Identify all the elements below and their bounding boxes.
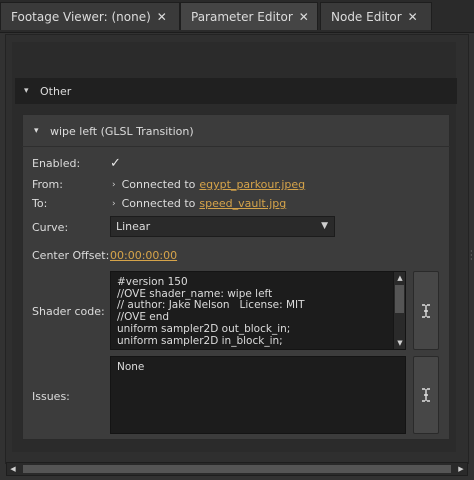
- chevron-down-icon[interactable]: ▾: [34, 126, 46, 136]
- resize-grip-icon[interactable]: · · ·: [470, 248, 473, 264]
- from-link[interactable]: egypt_parkour.jpeg: [199, 178, 305, 191]
- curve-select[interactable]: Linear ▼: [110, 216, 335, 237]
- shader-code-text: #version 150 //OVE shader_name: wipe lef…: [117, 276, 305, 347]
- chevron-down-icon: ▼: [321, 221, 328, 231]
- text-cursor-icon: [422, 303, 430, 318]
- text-cursor-icon: [422, 388, 430, 402]
- shader-scrollbar[interactable]: ▲ ▼: [393, 272, 405, 349]
- edit-issues-button[interactable]: [413, 356, 439, 434]
- curve-label: Curve:: [32, 221, 69, 234]
- issues-box: None: [110, 356, 406, 434]
- center-offset-value[interactable]: 00:00:00:00: [110, 249, 177, 262]
- issues-label: Issues:: [32, 390, 70, 403]
- tab-parameter-editor[interactable]: Parameter Editor ✕: [180, 2, 318, 30]
- shader-code-label: Shader code:: [32, 305, 105, 318]
- scroll-thumb[interactable]: [23, 465, 451, 473]
- enabled-checkbox[interactable]: ✓: [110, 156, 121, 171]
- from-label: From:: [32, 178, 63, 191]
- enabled-label: Enabled:: [32, 157, 81, 170]
- to-label: To:: [32, 197, 48, 210]
- issues-text: None: [117, 361, 145, 373]
- tab-label: Footage Viewer: (none): [11, 9, 151, 24]
- chevron-right-icon[interactable]: ›: [112, 199, 116, 209]
- horizontal-scrollbar[interactable]: ◀ ▶: [6, 462, 468, 476]
- scroll-left-icon[interactable]: ◀: [7, 463, 19, 475]
- pin-icon[interactable]: ✕: [299, 10, 309, 24]
- scroll-up-icon[interactable]: ▲: [394, 272, 405, 284]
- edit-shader-button[interactable]: [413, 271, 439, 350]
- tab-bar: Footage Viewer: (none) ✕ Parameter Edito…: [0, 0, 474, 33]
- curve-value: Linear: [116, 220, 151, 233]
- tab-node-editor[interactable]: Node Editor ✕: [320, 2, 432, 30]
- group-title: Other: [40, 84, 72, 98]
- chevron-right-icon[interactable]: ›: [112, 180, 116, 190]
- to-prefix: Connected to: [121, 197, 196, 210]
- pin-icon[interactable]: ✕: [157, 10, 167, 24]
- from-connection: › Connected to egypt_parkour.jpeg: [112, 178, 305, 191]
- tab-footage-viewer[interactable]: Footage Viewer: (none) ✕: [0, 2, 180, 30]
- node-title: wipe left (GLSL Transition): [50, 124, 194, 138]
- tab-label: Node Editor: [331, 9, 402, 24]
- scroll-thumb[interactable]: [395, 285, 404, 313]
- chevron-down-icon[interactable]: ▾: [24, 86, 36, 96]
- to-link[interactable]: speed_vault.jpg: [199, 197, 286, 210]
- from-prefix: Connected to: [121, 178, 196, 191]
- to-connection: › Connected to speed_vault.jpg: [112, 197, 286, 210]
- center-offset-label: Center Offset:: [32, 249, 110, 262]
- tab-label: Parameter Editor: [191, 9, 293, 24]
- divider: [22, 146, 450, 147]
- group-header-other[interactable]: ▾ Other: [15, 78, 457, 104]
- node-card-header[interactable]: ▾ wipe left (GLSL Transition): [28, 118, 448, 144]
- shader-code-editor[interactable]: #version 150 //OVE shader_name: wipe lef…: [110, 271, 406, 350]
- scroll-down-icon[interactable]: ▼: [394, 337, 405, 349]
- scroll-right-icon[interactable]: ▶: [455, 463, 467, 475]
- pin-icon[interactable]: ✕: [408, 10, 418, 24]
